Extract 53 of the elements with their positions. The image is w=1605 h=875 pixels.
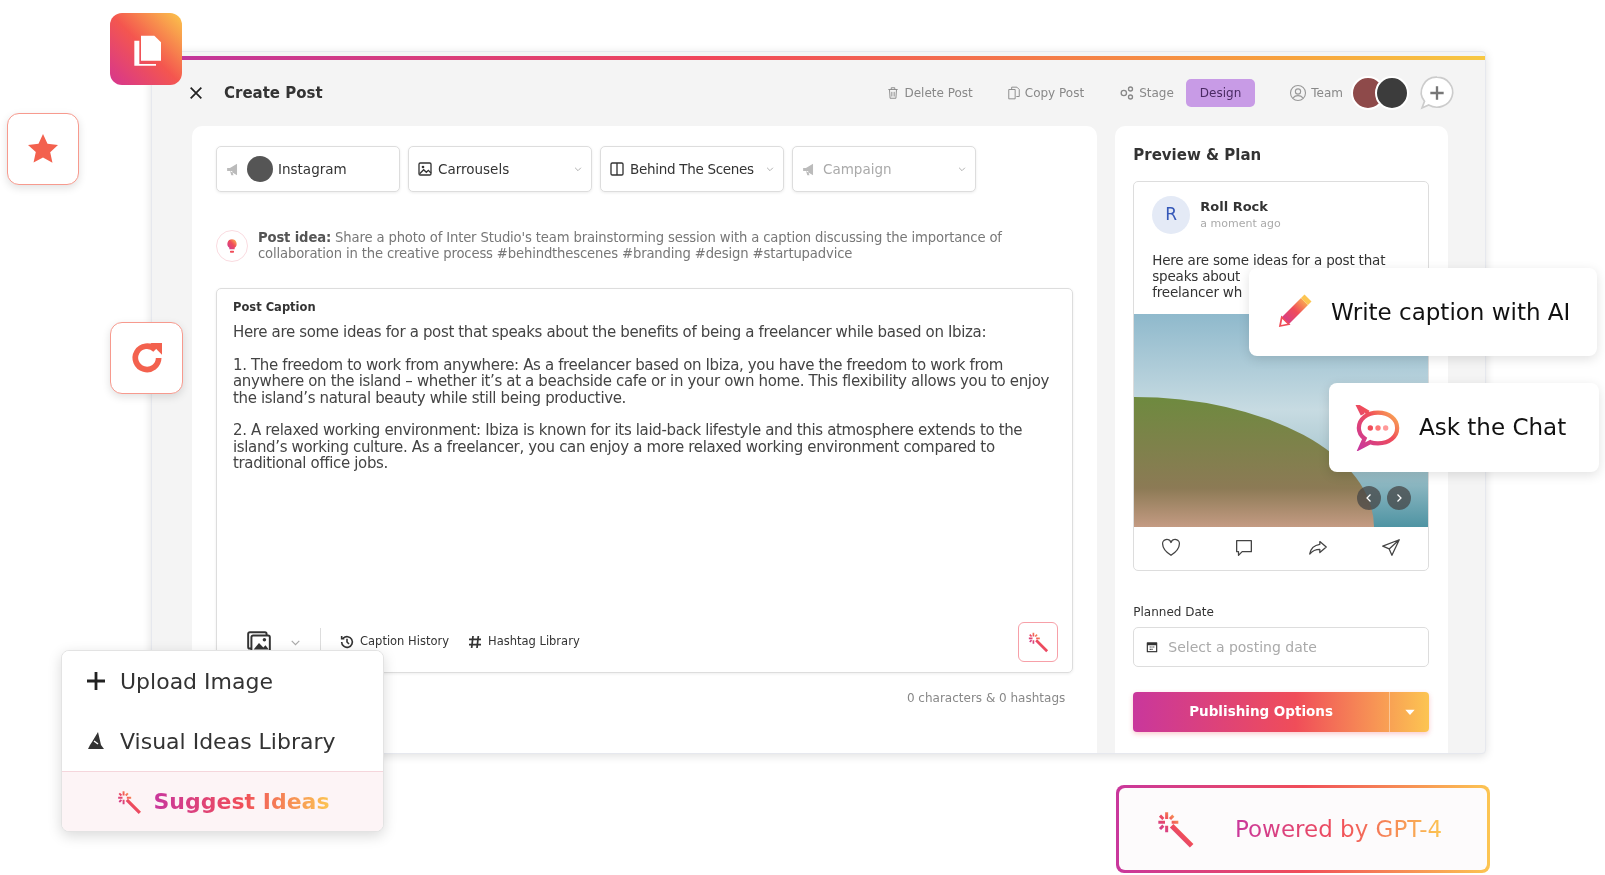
close-button[interactable] (188, 85, 204, 101)
callout-label: Write caption with AI (1331, 297, 1571, 327)
character-counter: 0 characters & 0 hashtags (906, 690, 1066, 707)
callout-label: Ask the Chat (1419, 413, 1567, 443)
ask-chat-callout[interactable]: Ask the Chat (1329, 383, 1599, 472)
magic-wand-icon (1155, 809, 1195, 849)
image-icon (417, 161, 433, 177)
field-label: Planned Date (1133, 603, 1215, 621)
format-selector[interactable]: Carrousels (408, 146, 592, 192)
preview-text-line: freelancer wh (1152, 283, 1243, 300)
magic-wand-icon (115, 788, 142, 815)
author-name: Roll Rock (1200, 197, 1269, 216)
heart-icon[interactable] (1159, 537, 1182, 559)
menu-item[interactable]: Suggest Ideas (62, 771, 383, 831)
plus-icon (84, 669, 108, 693)
write-caption-callout[interactable]: Write caption with AI (1249, 268, 1597, 356)
menu-item[interactable]: Visual Ideas Library (62, 711, 383, 771)
magic-wand-icon (1027, 631, 1050, 653)
lightbulb-icon (224, 237, 240, 255)
caption-history-button[interactable]: Caption History (339, 633, 449, 651)
caption-label: Post Caption (233, 299, 317, 316)
avatar (1375, 76, 1409, 110)
stage-tag: Design (1185, 79, 1256, 107)
date-field[interactable]: Select a posting date (1133, 626, 1429, 667)
magic-wand-button[interactable] (1018, 622, 1059, 662)
preview-text-line: Here are some ideas for a post that (1152, 251, 1387, 268)
next-button[interactable] (1387, 485, 1412, 510)
columns-icon (609, 161, 625, 177)
trash-icon (886, 85, 901, 101)
caption-paragraph: Here are some ideas for a post that speaks about the benefits of being a freelancer while based on Ibiza: (233, 324, 988, 341)
calendar-icon (1145, 639, 1160, 654)
category-selector[interactable]: Behind The Scenes (600, 146, 784, 192)
avatar (247, 156, 273, 182)
send-icon[interactable] (1380, 537, 1403, 559)
caption-paragraph: 1. The freedom to work from anywhere: As a freelancer based on Ibiza, you have the freedom to work from anywhere on the island – whether it’s at a beachside cafe or in your own home. This flexibility allows you to enjoy the island’s natural beauty while still being productive. (233, 356, 1050, 407)
hashtag-library-button[interactable]: Hashtag Library (467, 633, 580, 651)
chevron-down-icon (573, 164, 583, 174)
caption-paragraph: 2. A relaxed working environment: Ibiza is known for its laid-back lifestyle and this atmosphere extends to the island’s working culture. As a freelancer, you can enjoy a more relaxed working environment compared to traditional office jobs. (233, 422, 1024, 472)
user-icon (1289, 84, 1308, 102)
menu-item[interactable]: Upload Image (62, 651, 383, 711)
chevron-down-icon (765, 164, 775, 174)
panel-title: Preview & Plan (1133, 145, 1263, 166)
history-icon (339, 634, 355, 650)
author-avatar: R (1152, 195, 1191, 234)
previous-button[interactable] (1357, 485, 1382, 510)
copy-icon (1006, 85, 1021, 101)
post-time: a moment ago (1200, 216, 1281, 232)
account-selector[interactable]: Instagram (216, 146, 400, 192)
chevron-down-icon (957, 164, 967, 174)
post-idea-text: Post idea: Share a photo of Inter Studio's team brainstorming session with a caption discussing the importance of collaboration in the creative process #behindthescenes #branding #design #startupadvice (258, 230, 1003, 262)
hashtag-icon (467, 634, 483, 650)
window-title: Create Post (224, 82, 323, 104)
preview-text-line: speaks about (1152, 267, 1242, 284)
